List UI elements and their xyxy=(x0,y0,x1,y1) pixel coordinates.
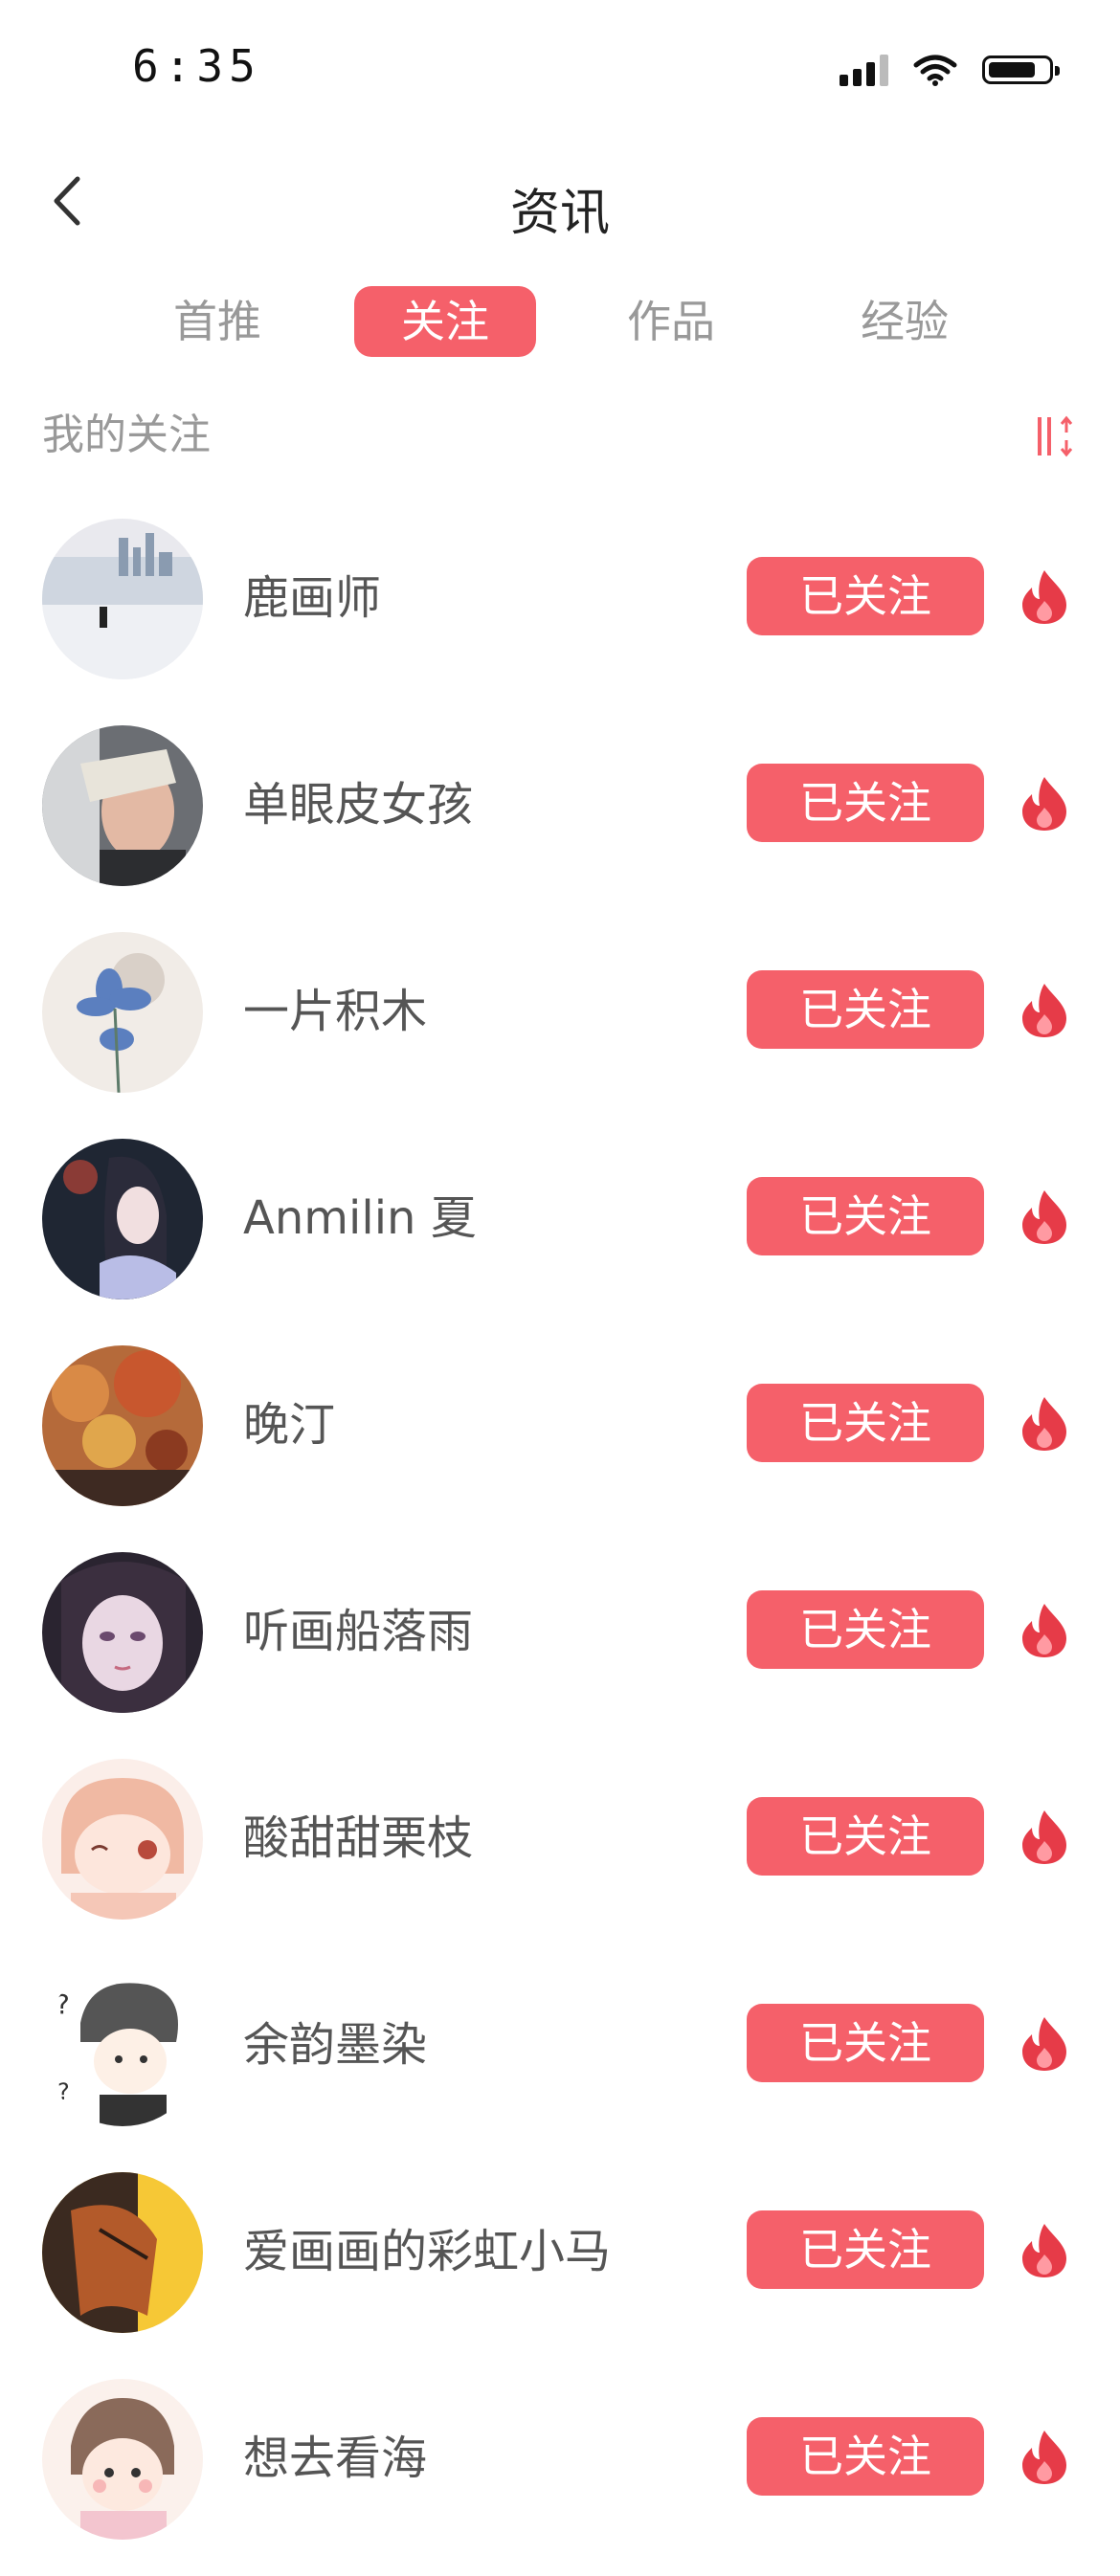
signal-icon xyxy=(840,54,888,86)
followed-button[interactable]: 已关注 xyxy=(747,1590,984,1669)
followed-button[interactable]: 已关注 xyxy=(747,1384,984,1462)
list-item[interactable]: 酸甜甜栗枝 已关注 xyxy=(0,1749,1120,1956)
list-item[interactable]: 爱画画的彩虹小马 已关注 xyxy=(0,2163,1120,2369)
tab-works[interactable]: 作品 xyxy=(607,286,735,357)
list-item[interactable]: Anmilin 夏 已关注 xyxy=(0,1129,1120,1336)
followed-button[interactable]: 已关注 xyxy=(747,764,984,842)
section-title: 我的关注 xyxy=(42,411,211,459)
user-name[interactable]: 晚汀 xyxy=(243,1382,335,1468)
avatar[interactable] xyxy=(42,932,203,1093)
list-item[interactable]: 想去看海 已关注 xyxy=(0,2369,1120,2576)
user-name[interactable]: 听画船落雨 xyxy=(243,1588,473,1675)
tab-recommended[interactable]: 首推 xyxy=(153,286,281,357)
flame-icon[interactable] xyxy=(1020,1809,1068,1866)
followed-button[interactable]: 已关注 xyxy=(747,2417,984,2496)
followed-button[interactable]: 已关注 xyxy=(747,970,984,1049)
svg-text:?: ? xyxy=(57,2078,70,2105)
page-title: 资讯 xyxy=(509,185,610,242)
avatar[interactable]: ? ? xyxy=(42,1965,203,2126)
status-bar: 6:35 xyxy=(0,0,1120,144)
avatar[interactable] xyxy=(42,2379,203,2540)
user-name[interactable]: Anmilin 夏 xyxy=(243,1175,477,1261)
flame-icon[interactable] xyxy=(1020,2429,1068,2486)
avatar[interactable] xyxy=(42,1139,203,1299)
nav-bar: 资讯 xyxy=(0,153,1120,249)
followed-button[interactable]: 已关注 xyxy=(747,557,984,635)
followed-button[interactable]: 已关注 xyxy=(747,2210,984,2289)
avatar[interactable] xyxy=(42,2172,203,2333)
user-name[interactable]: 余韵墨染 xyxy=(243,2002,427,2088)
user-name[interactable]: 一片积木 xyxy=(243,968,427,1055)
user-name[interactable]: 想去看海 xyxy=(243,2415,427,2501)
followed-button[interactable]: 已关注 xyxy=(747,2004,984,2082)
flame-icon[interactable] xyxy=(1020,2222,1068,2279)
section-header: 我的关注 xyxy=(42,402,1078,469)
list-item[interactable]: 听画船落雨 已关注 xyxy=(0,1543,1120,1749)
flame-icon[interactable] xyxy=(1020,982,1068,1039)
flame-icon[interactable] xyxy=(1020,1602,1068,1659)
battery-icon xyxy=(982,56,1060,84)
user-name[interactable]: 爱画画的彩虹小马 xyxy=(243,2209,611,2295)
list-item[interactable]: 晚汀 已关注 xyxy=(0,1336,1120,1543)
avatar[interactable] xyxy=(42,519,203,679)
system-icons xyxy=(840,54,1060,86)
flame-icon[interactable] xyxy=(1020,1188,1068,1246)
wifi-icon xyxy=(913,55,957,86)
list-item[interactable]: 鹿画师 已关注 xyxy=(0,509,1120,716)
tab-experience[interactable]: 经验 xyxy=(840,286,969,357)
list-item[interactable]: ? ? 余韵墨染 已关注 xyxy=(0,1956,1120,2163)
user-name[interactable]: 单眼皮女孩 xyxy=(243,762,473,848)
list-item[interactable]: 单眼皮女孩 已关注 xyxy=(0,716,1120,922)
avatar[interactable] xyxy=(42,1345,203,1506)
user-name[interactable]: 鹿画师 xyxy=(243,555,381,641)
avatar[interactable] xyxy=(42,1552,203,1713)
flame-icon[interactable] xyxy=(1020,568,1068,626)
followed-button[interactable]: 已关注 xyxy=(747,1177,984,1255)
svg-text:?: ? xyxy=(56,1988,70,2020)
user-name[interactable]: 酸甜甜栗枝 xyxy=(243,1795,473,1881)
list-item[interactable]: 一片积木 已关注 xyxy=(0,922,1120,1129)
sort-icon[interactable] xyxy=(1036,413,1078,459)
followed-button[interactable]: 已关注 xyxy=(747,1797,984,1876)
avatar[interactable] xyxy=(42,725,203,886)
flame-icon[interactable] xyxy=(1020,2015,1068,2073)
tab-following[interactable]: 关注 xyxy=(354,286,536,357)
flame-icon[interactable] xyxy=(1020,775,1068,833)
avatar[interactable] xyxy=(42,1759,203,1920)
flame-icon[interactable] xyxy=(1020,1395,1068,1453)
status-time: 6:35 xyxy=(132,40,261,92)
tab-bar: 首推 关注 作品 经验 xyxy=(0,282,1120,359)
